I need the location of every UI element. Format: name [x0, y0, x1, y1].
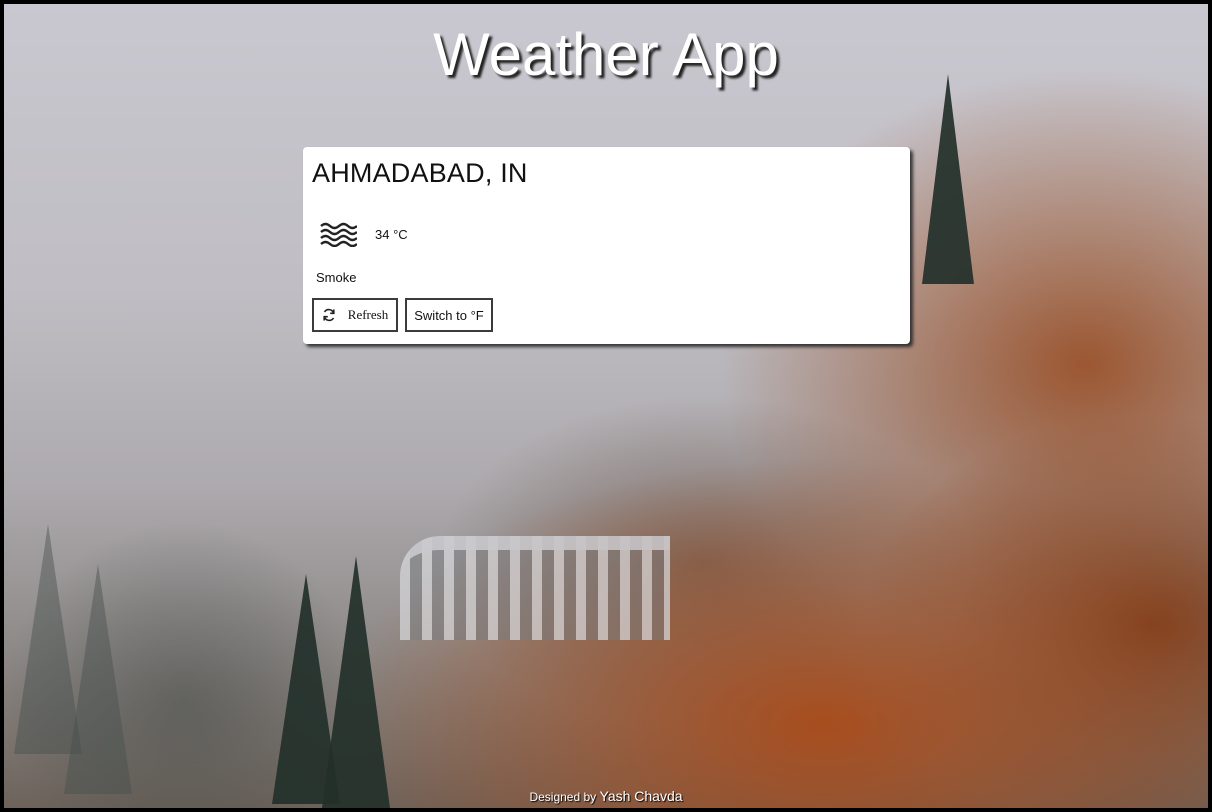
switch-unit-button-label: Switch to °F: [414, 307, 484, 323]
switch-unit-button[interactable]: Switch to °F: [405, 298, 493, 332]
refresh-button-label: Refresh: [347, 307, 389, 322]
weather-card: AHMADABAD, IN 34 °C Smoke Refresh Switch…: [303, 147, 910, 344]
refresh-icon: [323, 308, 335, 322]
footer-credit: Designed by Yash Chavda: [4, 788, 1208, 804]
location-label: AHMADABAD, IN: [312, 158, 528, 188]
app-window: Weather App AHMADABAD, IN 34 °C Smoke Re…: [0, 0, 1212, 812]
weather-description: Smoke: [316, 270, 357, 285]
app-title: Weather App: [433, 21, 779, 88]
footer-author: Yash Chavda: [599, 788, 683, 804]
temperature-value: 34 °C: [375, 227, 408, 242]
smoke-waves-icon: [320, 222, 357, 247]
refresh-button[interactable]: Refresh: [312, 298, 398, 332]
footer-prefix: Designed by: [529, 790, 597, 804]
background-photo: [4, 4, 1208, 808]
